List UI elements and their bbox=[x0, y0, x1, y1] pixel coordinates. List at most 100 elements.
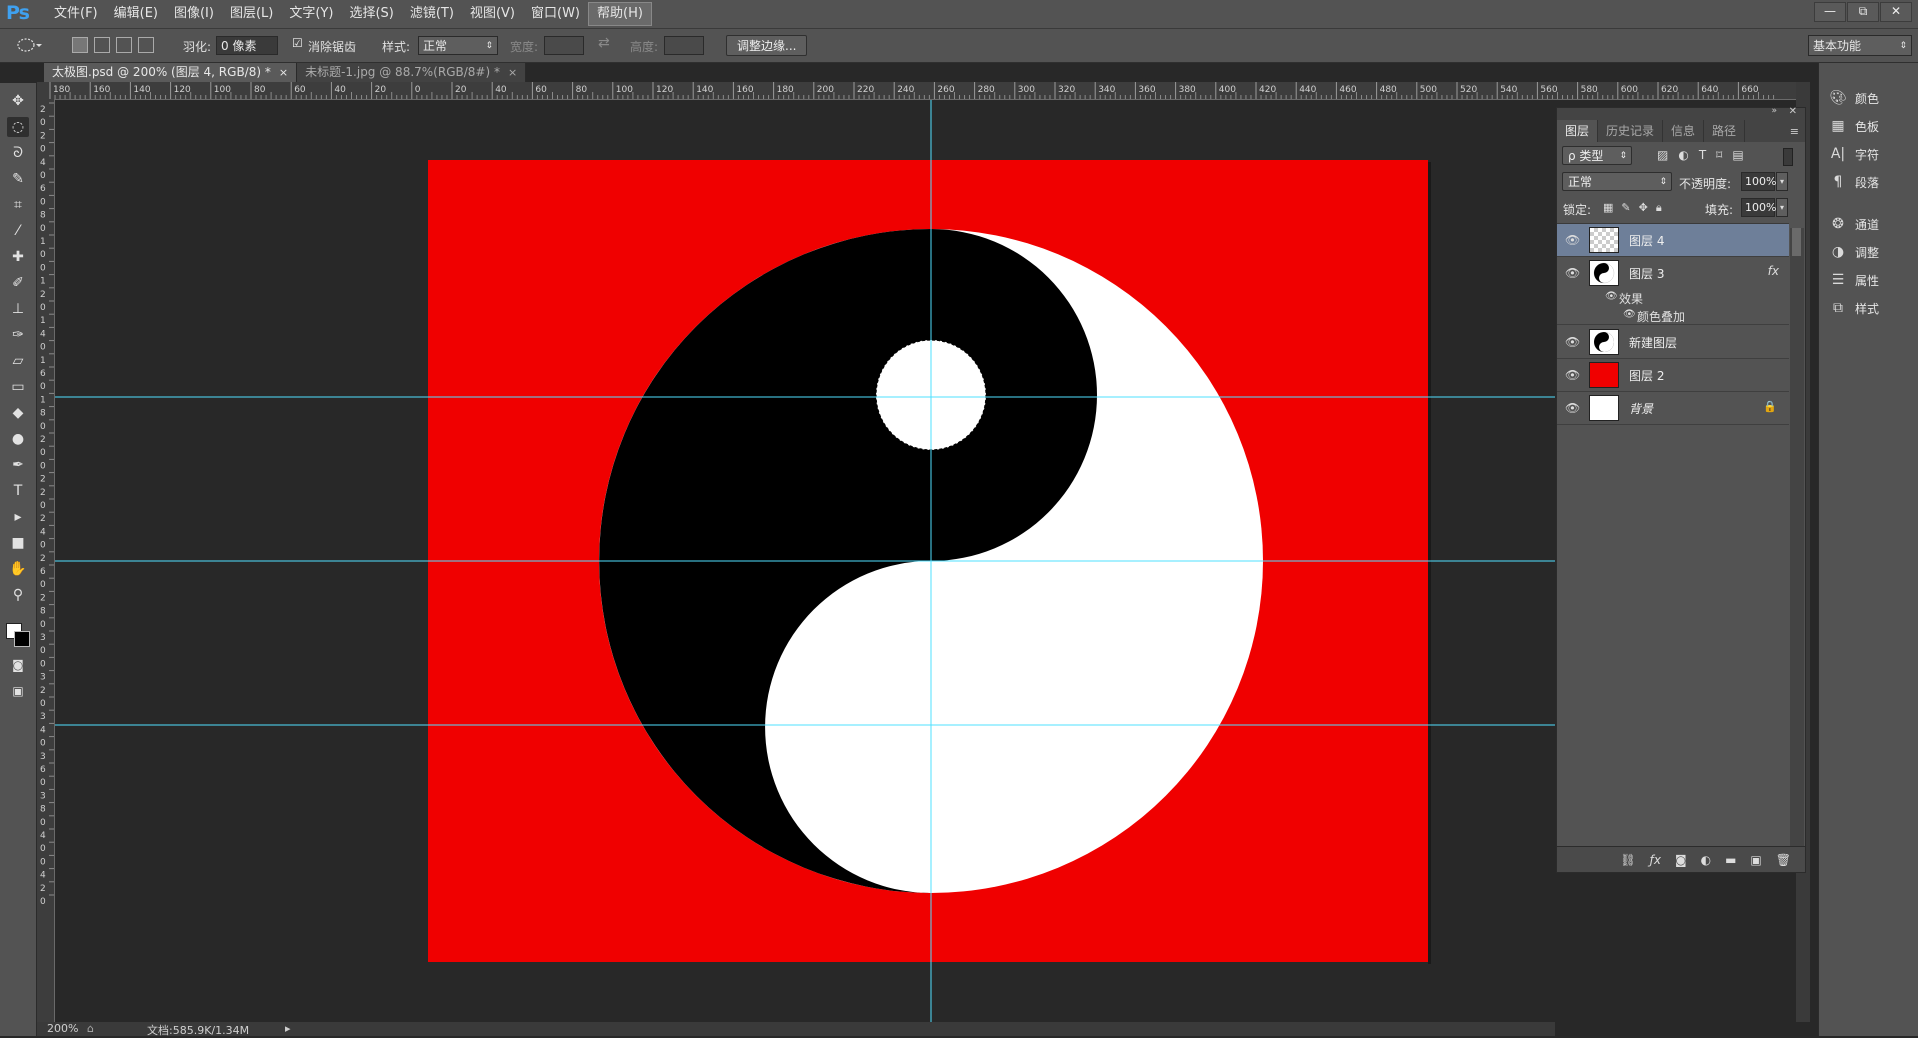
layer-row-background[interactable]: 👁︎ 背景 🔒 bbox=[1557, 392, 1789, 425]
layer-name[interactable]: 图层 4 bbox=[1629, 232, 1664, 249]
layer-row-layer3[interactable]: 👁︎ 图层 3 fx bbox=[1557, 257, 1789, 289]
close-tab-icon[interactable]: × bbox=[279, 66, 288, 79]
panel-header-strip[interactable]: » ✕ bbox=[1557, 106, 1805, 120]
gradient-tool-icon[interactable]: ▭ bbox=[7, 377, 29, 397]
pen-tool-icon[interactable]: ✒ bbox=[7, 455, 29, 475]
ellipse-marquee-preset-icon[interactable] bbox=[16, 36, 42, 54]
adjustment-layer-icon[interactable]: ◐ bbox=[1701, 853, 1711, 867]
menu-edit[interactable]: 编辑(E) bbox=[106, 3, 166, 25]
eye-icon[interactable]: 👁︎ bbox=[1565, 233, 1580, 247]
screen-mode-icon[interactable]: ▣ bbox=[7, 681, 29, 701]
dodge-tool-icon[interactable]: ● bbox=[7, 429, 29, 449]
menu-type[interactable]: 文字(Y) bbox=[281, 3, 341, 25]
fx-badge[interactable]: fx bbox=[1768, 264, 1779, 278]
layer-row-new-layer[interactable]: 👁︎ 新建图层 bbox=[1557, 326, 1789, 359]
tab-paths[interactable]: 路径 bbox=[1704, 120, 1746, 142]
effects-row[interactable]: 👁︎ 效果 bbox=[1557, 289, 1789, 307]
filter-shape-icon[interactable]: ⌑ bbox=[1716, 148, 1722, 162]
feather-input[interactable]: 0 像素 bbox=[216, 36, 278, 55]
add-mask-icon[interactable]: ◙ bbox=[1675, 853, 1687, 867]
menu-window[interactable]: 窗口(W) bbox=[523, 3, 588, 25]
dock-properties[interactable]: ☰ 属性 bbox=[1829, 269, 1879, 291]
dock-swatches[interactable]: ▦ 色板 bbox=[1829, 115, 1879, 137]
menu-file[interactable]: 文件(F) bbox=[46, 3, 106, 25]
eraser-tool-icon[interactable]: ▱ bbox=[7, 351, 29, 371]
layer-name[interactable]: 背景 bbox=[1629, 400, 1653, 417]
layers-scrollbar[interactable] bbox=[1790, 228, 1804, 846]
brush-tool-icon[interactable]: ✐ bbox=[7, 273, 29, 293]
lock-transparent-icon[interactable]: ▦ bbox=[1603, 201, 1613, 215]
eye-icon[interactable]: 👁︎ bbox=[1565, 335, 1580, 349]
layer-row-layer2[interactable]: 👁︎ 图层 2 bbox=[1557, 359, 1789, 392]
menu-select[interactable]: 选择(S) bbox=[341, 3, 401, 25]
artwork[interactable] bbox=[55, 100, 1555, 1022]
scrollbar-thumb[interactable] bbox=[1792, 228, 1801, 256]
layer-name[interactable]: 新建图层 bbox=[1629, 334, 1677, 351]
ruler-top[interactable]: 180 160 140 120 100 80 60 40 20 0 20 40 60 80 100 120 14… bbox=[48, 82, 1802, 100]
path-selection-tool-icon[interactable]: ▸ bbox=[7, 507, 29, 527]
zoom-tool-icon[interactable]: ⚲ bbox=[7, 585, 29, 605]
quick-selection-tool-icon[interactable]: ✎ bbox=[7, 169, 29, 189]
fill-dropdown-icon[interactable]: ▾ bbox=[1776, 198, 1788, 217]
eye-icon[interactable]: 👁︎ bbox=[1605, 291, 1618, 302]
minimize-button[interactable]: — bbox=[1814, 2, 1846, 22]
zoom-level[interactable]: 200% bbox=[47, 1022, 78, 1035]
link-layers-icon[interactable]: ⛓ bbox=[1620, 853, 1635, 867]
quick-mask-icon[interactable]: ◙ bbox=[7, 655, 29, 675]
new-selection-icon[interactable] bbox=[72, 37, 88, 53]
lock-icon[interactable]: 🔒 bbox=[1763, 400, 1777, 413]
subtract-selection-icon[interactable] bbox=[116, 37, 132, 53]
layer-name[interactable]: 图层 3 bbox=[1629, 265, 1664, 282]
dock-character[interactable]: A| 字符 bbox=[1829, 143, 1879, 165]
blend-mode-select[interactable]: 正常 ⇕ bbox=[1562, 172, 1672, 191]
menu-help[interactable]: 帮助(H) bbox=[588, 2, 652, 26]
fill-input[interactable]: 100% bbox=[1741, 198, 1776, 217]
eye-icon[interactable]: 👁︎ bbox=[1623, 309, 1636, 320]
blur-tool-icon[interactable]: ◆ bbox=[7, 403, 29, 423]
dock-paragraph[interactable]: ¶ 段落 bbox=[1829, 171, 1879, 193]
close-button[interactable]: ✕ bbox=[1880, 2, 1912, 22]
new-group-icon[interactable]: ▬ bbox=[1725, 853, 1736, 867]
filter-toggle[interactable] bbox=[1783, 148, 1793, 166]
status-icon[interactable]: ⌂ bbox=[87, 1022, 94, 1035]
menu-filter[interactable]: 滤镜(T) bbox=[402, 3, 462, 25]
workspace-select[interactable]: 基本功能 ⇕ bbox=[1808, 35, 1912, 56]
menu-image[interactable]: 图像(I) bbox=[166, 3, 222, 25]
add-style-icon[interactable]: ƒx bbox=[1650, 853, 1661, 867]
new-layer-icon[interactable]: ▣ bbox=[1750, 853, 1761, 867]
tab-layers[interactable]: 图层 bbox=[1557, 120, 1599, 142]
lock-position-icon[interactable]: ✥ bbox=[1639, 201, 1648, 215]
type-tool-icon[interactable]: T bbox=[7, 481, 29, 501]
eye-icon[interactable]: 👁︎ bbox=[1565, 368, 1580, 382]
antialias-checkbox-icon[interactable]: ☑ bbox=[292, 36, 303, 50]
lock-image-icon[interactable]: ✎ bbox=[1621, 201, 1630, 215]
lasso-tool-icon[interactable]: ᘐ bbox=[7, 143, 29, 163]
healing-brush-tool-icon[interactable]: ✚ bbox=[7, 247, 29, 267]
intersect-selection-icon[interactable] bbox=[138, 37, 154, 53]
opacity-dropdown-icon[interactable]: ▾ bbox=[1776, 172, 1788, 191]
hand-tool-icon[interactable]: ✋ bbox=[7, 559, 29, 579]
menu-view[interactable]: 视图(V) bbox=[462, 3, 523, 25]
eye-icon[interactable]: 👁︎ bbox=[1565, 266, 1580, 280]
document-canvas[interactable] bbox=[55, 100, 1555, 1022]
clone-stamp-tool-icon[interactable]: ⊥ bbox=[7, 299, 29, 319]
history-brush-tool-icon[interactable]: ✑ bbox=[7, 325, 29, 345]
ellipse-marquee-tool-icon[interactable]: ◌ bbox=[7, 117, 29, 137]
eyedropper-tool-icon[interactable]: ⁄ bbox=[7, 221, 29, 241]
dock-styles[interactable]: ⧉ 样式 bbox=[1829, 297, 1879, 319]
close-tab-icon[interactable]: × bbox=[508, 66, 517, 79]
dock-adjustments[interactable]: ◑ 调整 bbox=[1829, 241, 1879, 263]
filter-kind-select[interactable]: ρ 类型 ⇕ bbox=[1562, 146, 1632, 165]
restore-button[interactable]: ⧉ bbox=[1847, 2, 1879, 22]
tab-history[interactable]: 历史记录 bbox=[1598, 120, 1664, 142]
panel-menu-icon[interactable]: ≡ bbox=[1790, 125, 1799, 138]
dock-color[interactable]: 🎨︎ 颜色 bbox=[1829, 87, 1879, 109]
menu-layer[interactable]: 图层(L) bbox=[222, 3, 281, 25]
filter-pixel-icon[interactable]: ▨ bbox=[1657, 148, 1668, 162]
rectangle-tool-icon[interactable]: ■ bbox=[7, 533, 29, 553]
tab-info[interactable]: 信息 bbox=[1663, 120, 1705, 142]
style-select[interactable]: 正常 ⇕ bbox=[418, 36, 498, 55]
eye-icon[interactable]: 👁︎ bbox=[1565, 401, 1580, 415]
swap-icon[interactable]: ⇄ bbox=[598, 35, 610, 51]
background-color-swatch[interactable] bbox=[14, 631, 30, 647]
